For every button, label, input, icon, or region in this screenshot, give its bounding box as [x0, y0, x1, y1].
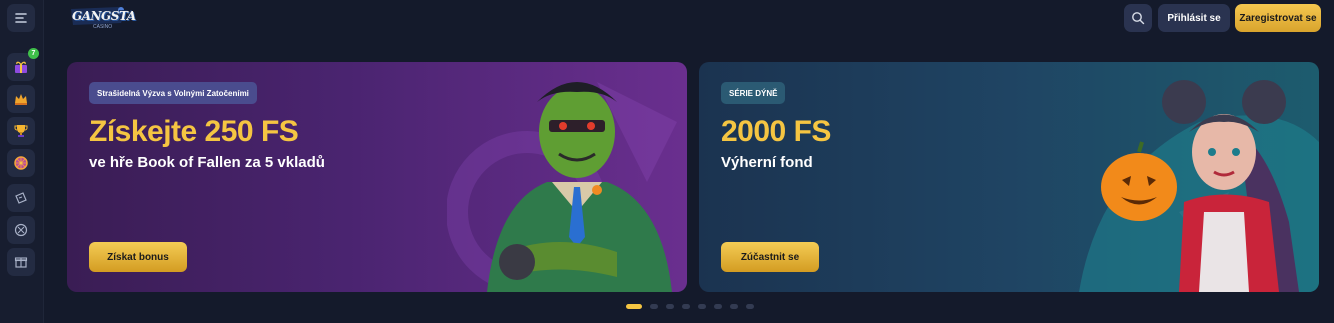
promo-subline: Výherní fond [721, 154, 813, 171]
logo-subtitle: CASINO [93, 24, 113, 30]
notification-badge: 7 [28, 48, 39, 59]
carousel-dot[interactable] [666, 304, 674, 309]
promo-tag: SÉRIE DÝNĚ [721, 82, 786, 104]
trophy-icon [14, 125, 28, 137]
register-button[interactable]: Zaregistrovat se [1235, 4, 1321, 32]
gift-box-icon [14, 257, 28, 268]
promo-headline: Získejte 250 FS [89, 115, 299, 148]
carousel-dot[interactable] [746, 304, 754, 309]
sidebar: 7 [0, 0, 44, 323]
header: GANGSTA CASINO Přihlásit se Zaregistrova… [44, 0, 1334, 40]
fortune-wheel-icon [14, 156, 28, 170]
gift-icon [15, 61, 27, 73]
sidebar-item-vip[interactable] [7, 85, 35, 113]
carousel-dot[interactable] [730, 304, 738, 309]
sidebar-item-sports[interactable] [7, 216, 35, 244]
ball-icon [14, 223, 28, 237]
carousel-dot[interactable] [650, 304, 658, 309]
promo-banner-halloween-challenge[interactable]: Strašidelná Výzva s Volnými Zatočeními Z… [67, 62, 687, 292]
participate-button[interactable]: Zúčastnit se [721, 242, 819, 272]
sidebar-item-tournaments[interactable] [7, 117, 35, 145]
promo-banner-pumpkin-series[interactable]: SÉRIE DÝNĚ 2000 FS Výherní fond Zúčastni… [699, 62, 1319, 292]
promo-headline: 2000 FS [721, 115, 831, 148]
login-button[interactable]: Přihlásit se [1158, 4, 1230, 32]
logo-text: GANGSTA [72, 9, 136, 23]
sidebar-item-gifts[interactable]: 7 [7, 48, 39, 81]
hamburger-icon [15, 13, 27, 23]
search-icon [1132, 12, 1145, 25]
promo-subline: ve hře Book of Fallen za 5 vkladů [89, 154, 325, 171]
carousel-dot[interactable] [626, 304, 642, 309]
ticket-icon [15, 192, 27, 204]
menu-button[interactable] [7, 4, 35, 32]
sidebar-item-store[interactable] [7, 248, 35, 276]
carousel-dot[interactable] [682, 304, 690, 309]
carousel-dot[interactable] [698, 304, 706, 309]
sidebar-item-promotions[interactable] [7, 184, 35, 212]
search-button[interactable] [1124, 4, 1152, 32]
halloween-girl-character [1101, 80, 1299, 292]
promo-tag: Strašidelná Výzva s Volnými Zatočeními [89, 82, 257, 104]
carousel-dot[interactable] [714, 304, 722, 309]
logo[interactable]: GANGSTA CASINO [69, 3, 136, 31]
sidebar-item-wheel[interactable] [7, 149, 35, 177]
carousel-pagination [626, 304, 754, 309]
zombie-gangster-character [487, 82, 672, 292]
get-bonus-button[interactable]: Získat bonus [89, 242, 187, 272]
crown-icon [15, 94, 27, 105]
